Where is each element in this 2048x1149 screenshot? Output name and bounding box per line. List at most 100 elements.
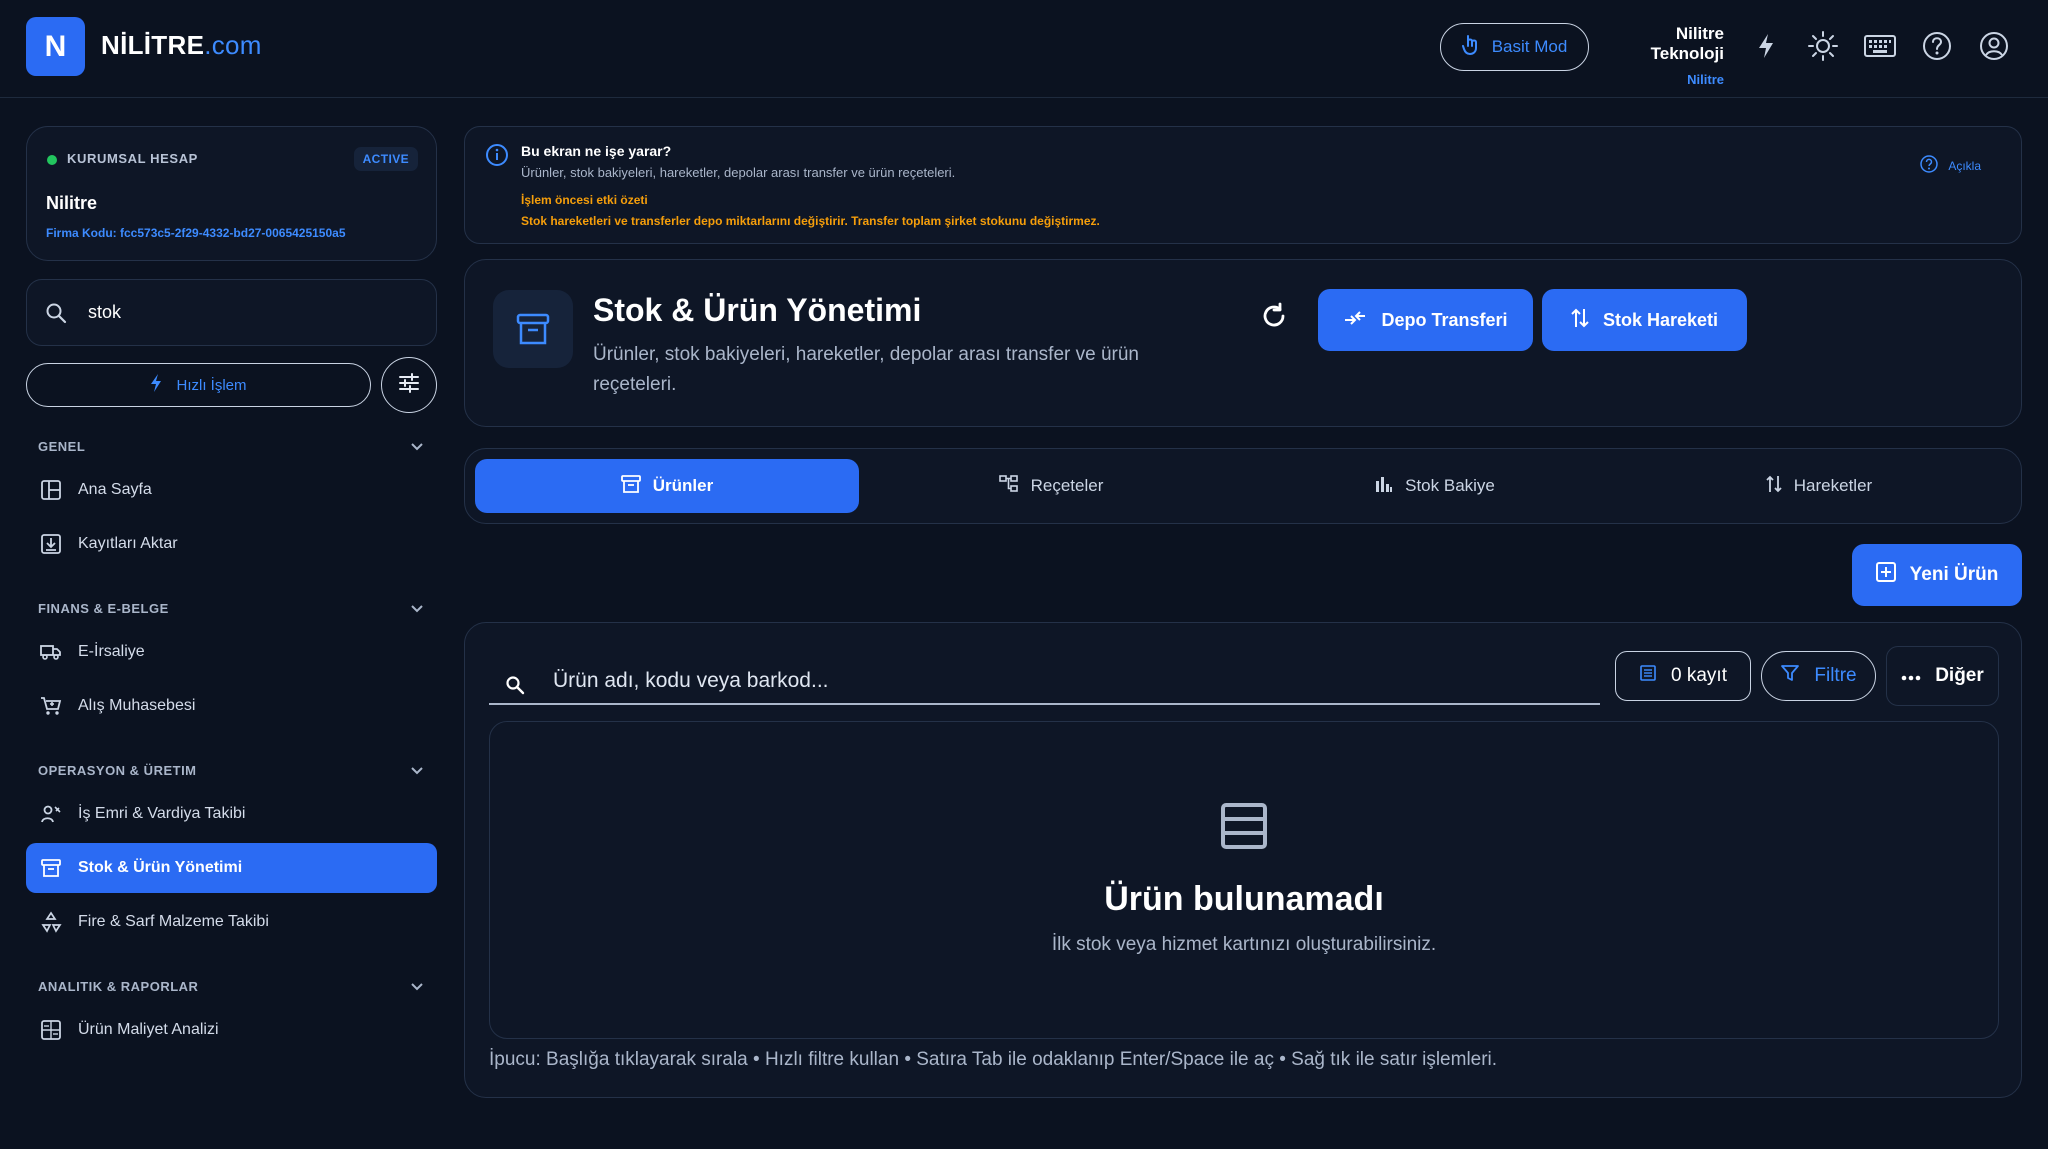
new-product-button[interactable]: Yeni Ürün [1852,544,2022,606]
sidebar-item-label: Kayıtları Aktar [78,535,178,552]
status-badge: ACTIVE [353,147,418,171]
tab-label: Stok Bakiye [1405,476,1495,495]
sun-icon[interactable] [1805,28,1841,64]
tab-receteler[interactable]: Reçeteler [859,459,1243,513]
quick-action-label: Hızlı İşlem [176,376,247,394]
product-table-card: Ürün adı, kodu veya barkod... 0 kayıt Fi… [464,622,2022,1098]
archive-box-icon [493,290,573,368]
usage-tip: İpucu: Başlığa tıklayarak sırala • Hızlı… [489,1049,1498,1070]
product-search-placeholder: Ürün adı, kodu veya barkod... [553,669,829,692]
sidebar-item-ana-sayfa[interactable]: Ana Sayfa [26,465,437,515]
hand-pointer-icon [1461,34,1480,61]
empty-state: Ürün bulunamadı İlk stok veya hizmet kar… [489,721,1999,1039]
bar-chart-icon [1375,475,1393,498]
sidebar-item-stok-urun-yonetimi[interactable]: Stok & Ürün Yönetimi [26,843,437,893]
sidebar-item-label: Ana Sayfa [78,481,152,498]
user-account-icon[interactable] [1976,28,2012,64]
brand-main: NİLİTRE [101,30,205,60]
tree-structure-icon [998,474,1019,499]
status-dot [47,155,57,165]
warehouse-transfer-label: Depo Transferi [1381,309,1508,330]
help-icon[interactable] [1919,28,1955,64]
tab-hareketler[interactable]: Hareketler [1627,459,2011,513]
tab-urunler[interactable]: Ürünler [475,459,859,513]
help-icon [1920,155,1939,176]
refresh-icon[interactable] [1260,302,1288,335]
account-card: KURUMSAL HESAP ACTIVE Nilitre Firma Kodu… [26,126,437,261]
new-product-label: Yeni Ürün [1909,564,1999,585]
logo[interactable]: N [26,17,85,76]
cart-icon [40,695,62,717]
page-title: Stok & Ürün Yönetimi [593,292,922,328]
warehouse-transfer-button[interactable]: Depo Transferi [1318,289,1533,351]
sidebar-item-urun-maliyet-analizi[interactable]: Ürün Maliyet Analizi [26,1005,437,1055]
tab-label: Reçeteler [1030,476,1104,495]
info-icon [485,143,509,172]
stock-movement-label: Stok Hareketi [1602,309,1719,330]
search-icon [45,302,67,329]
sidebar-item-label: Stok & Ürün Yönetimi [78,859,243,876]
chevron-down-icon[interactable] [408,599,426,617]
simple-mode-button[interactable]: Basit Mod [1440,23,1589,71]
firm-code: Firma Kodu: fcc573c5-2f29-4332-bd27-0065… [46,226,346,240]
filter-button[interactable]: Filtre [1761,651,1876,701]
simple-mode-label: Basit Mod [1491,37,1568,56]
sidebar-item-kayitlari-aktar[interactable]: Kayıtları Aktar [26,519,437,569]
sidebar-item-alis-muhasebesi[interactable]: Alış Muhasebesi [26,681,437,731]
archive-box-icon [40,857,62,879]
empty-state-title: Ürün bulunamadı [1104,880,1384,918]
section-title-analitik: ANALITIK & RAPORLAR [38,979,199,994]
company-switcher[interactable]: Nilitre Teknoloji Nilitre [1600,24,1724,87]
sidebar-item-is-emri[interactable]: İş Emri & Vardiya Takibi [26,789,437,839]
company-name: Nilitre Teknoloji [1650,24,1724,63]
impact-summary-title: İşlem öncesi etki özeti [521,193,648,207]
tab-bar: Ürünler Reçeteler Stok Bakiye Hareketler [464,448,2022,524]
section-title-finans: FINANS & E-BELGE [38,601,169,616]
filter-label: Filtre [1814,665,1857,686]
truck-icon [40,641,62,663]
info-banner: Bu ekran ne işe yarar? Ürünler, stok bak… [464,126,2022,244]
settings-tune-button[interactable] [381,357,437,413]
sidebar-item-e-irsaliye[interactable]: E-İrsaliye [26,627,437,677]
table-rows-icon [1220,802,1268,855]
search-icon [505,675,525,700]
section-title-operasyon: OPERASYON & ÜRETIM [38,763,197,778]
sidebar-item-fire-sarf[interactable]: Fire & Sarf Malzeme Takibi [26,897,437,947]
explain-button[interactable]: Açıkla [1920,155,1981,176]
tab-stok-bakiye[interactable]: Stok Bakiye [1243,459,1627,513]
chevron-down-icon[interactable] [408,761,426,779]
empty-state-subtitle: İlk stok veya hizmet kartınızı oluşturab… [1051,934,1437,955]
engineering-icon [40,803,62,825]
stock-movement-button[interactable]: Stok Hareketi [1542,289,1747,351]
sidebar-item-label: Ürün Maliyet Analizi [78,1021,219,1038]
quick-action-button[interactable]: Hızlı İşlem [26,363,371,407]
product-search-input[interactable]: Ürün adı, kodu veya barkod... [489,653,1600,705]
brand-suffix: .com [204,30,262,60]
sidebar-search-value: stok [88,302,122,322]
tab-label: Ürünler [652,476,714,495]
more-options-button[interactable]: Diğer [1886,646,1999,706]
explain-label: Açıkla [1948,158,1981,173]
sidebar-item-label: Fire & Sarf Malzeme Takibi [78,913,269,930]
page-header-card: Stok & Ürün Yönetimi Ürünler, stok bakiy… [464,259,2022,427]
lightning-icon [150,374,162,396]
top-bar: N NİLİTRE.com Basit Mod Nilitre Teknoloj… [0,0,2048,98]
info-description: Ürünler, stok bakiyeleri, hareketler, de… [521,165,956,180]
sidebar-item-label: Alış Muhasebesi [78,697,196,714]
page-description: Ürünler, stok bakiyeleri, hareketler, de… [593,344,1139,395]
dashboard-icon [40,479,62,501]
list-icon [1639,664,1657,688]
account-name: Nilitre [46,193,98,213]
info-title: Bu ekran ne işe yarar? [521,143,672,159]
tab-label: Hareketler [1793,476,1873,495]
filter-funnel-icon [1780,663,1800,689]
lightning-icon[interactable] [1748,28,1784,64]
chevron-down-icon[interactable] [408,977,426,995]
brand-name[interactable]: NİLİTRE.com [101,30,262,61]
record-count-badge: 0 kayıt [1615,651,1751,701]
chevron-down-icon[interactable] [408,437,426,455]
sidebar-search-input[interactable]: stok [26,279,437,346]
keyboard-icon[interactable] [1862,28,1898,64]
sliders-icon [398,372,420,398]
transfer-arrows-icon [1343,310,1367,331]
